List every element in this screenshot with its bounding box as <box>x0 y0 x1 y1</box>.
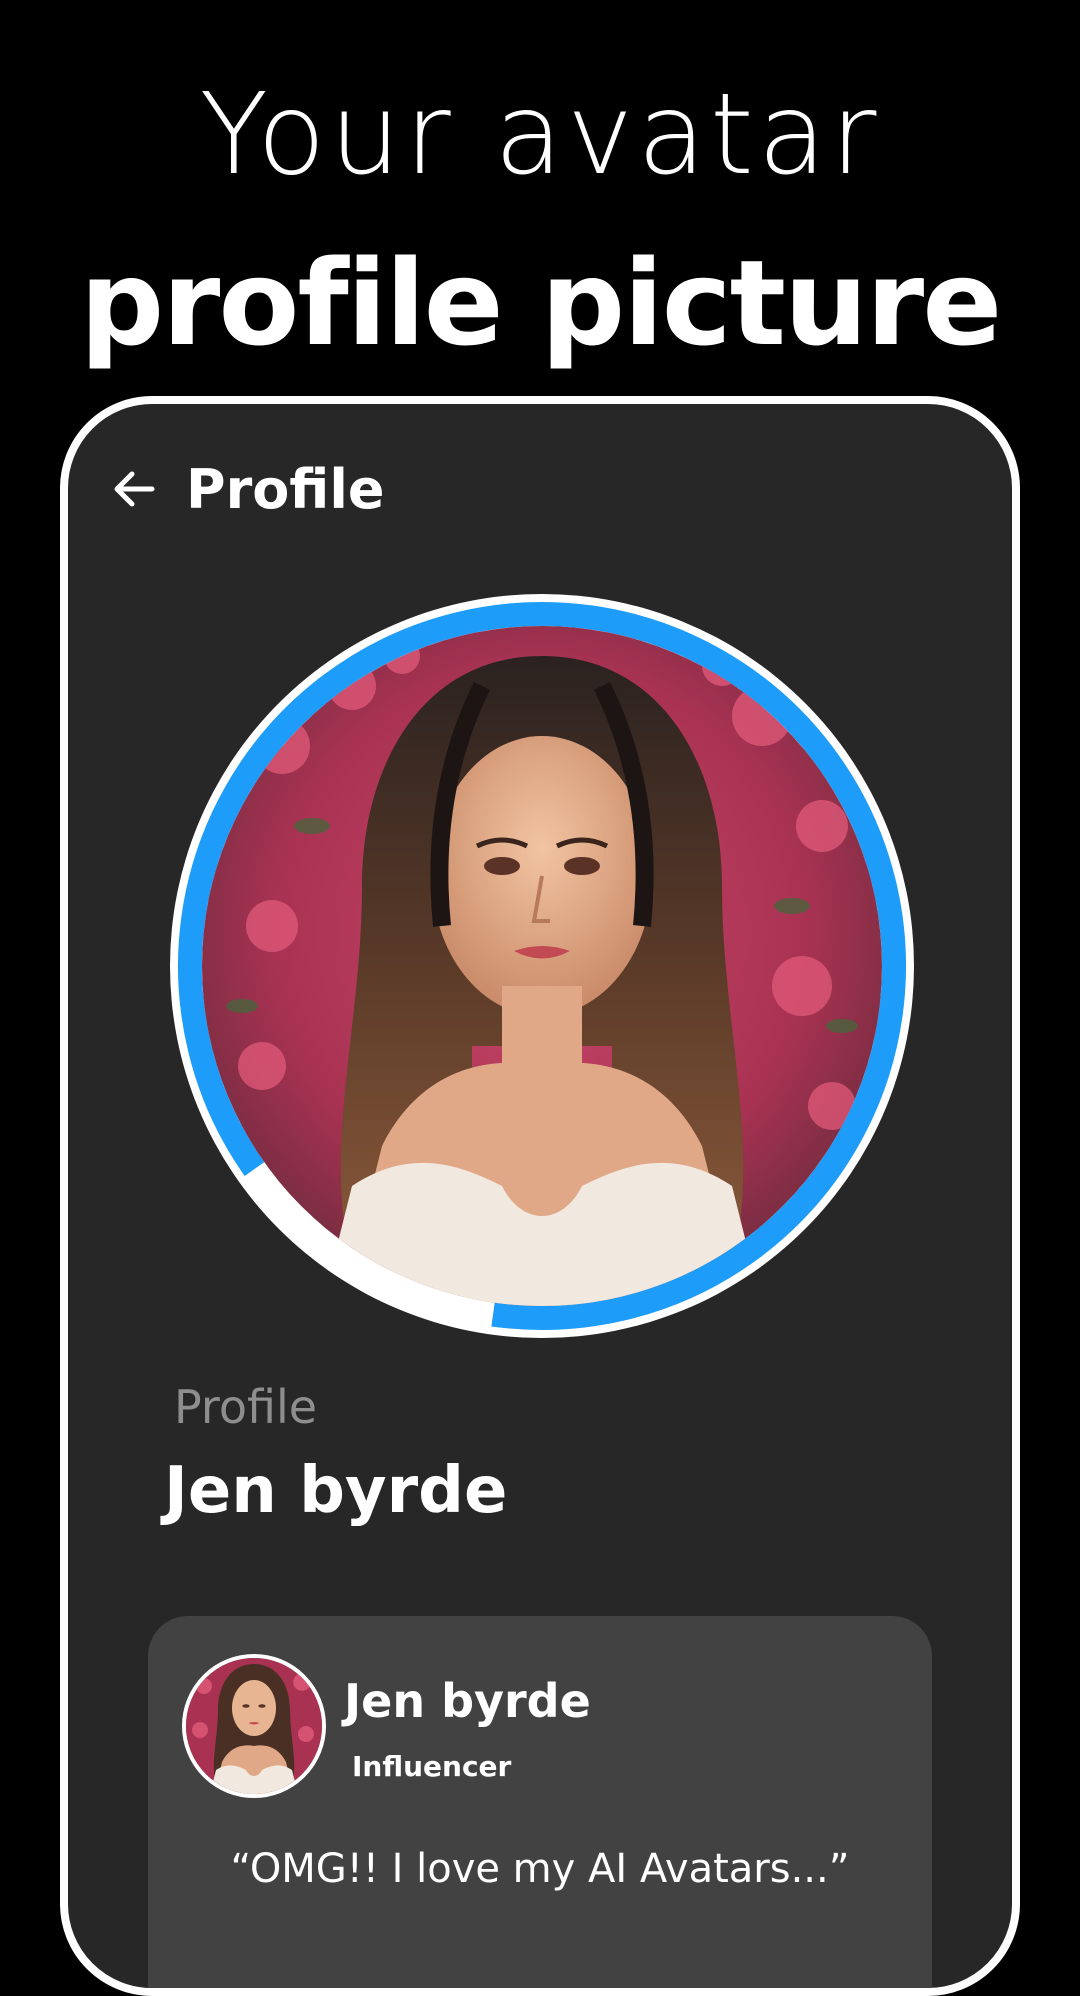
headline-line-2: profile picture <box>79 234 1003 372</box>
profile-field-label: Profile <box>174 1380 318 1434</box>
phone-frame: Profile Profile Jen byrde Jen byrde Infl… <box>60 396 1020 1996</box>
page-title: Profile <box>186 457 385 521</box>
app-bar: Profile <box>106 444 384 534</box>
testimonial-name: Jen byrde <box>344 1674 591 1728</box>
headline-line-1: Your avatar <box>199 70 881 200</box>
avatar-container[interactable] <box>162 586 922 1346</box>
testimonial-card: Jen byrde Influencer “OMG!! I love my AI… <box>148 1616 932 1988</box>
avatar-image <box>202 626 882 1306</box>
profile-name: Jen byrde <box>164 1454 508 1528</box>
arrow-left-icon[interactable] <box>106 461 162 517</box>
testimonial-role: Influencer <box>352 1750 512 1783</box>
testimonial-quote: “OMG!! I love my AI Avatars...” <box>230 1846 850 1892</box>
avatar <box>182 1654 326 1798</box>
